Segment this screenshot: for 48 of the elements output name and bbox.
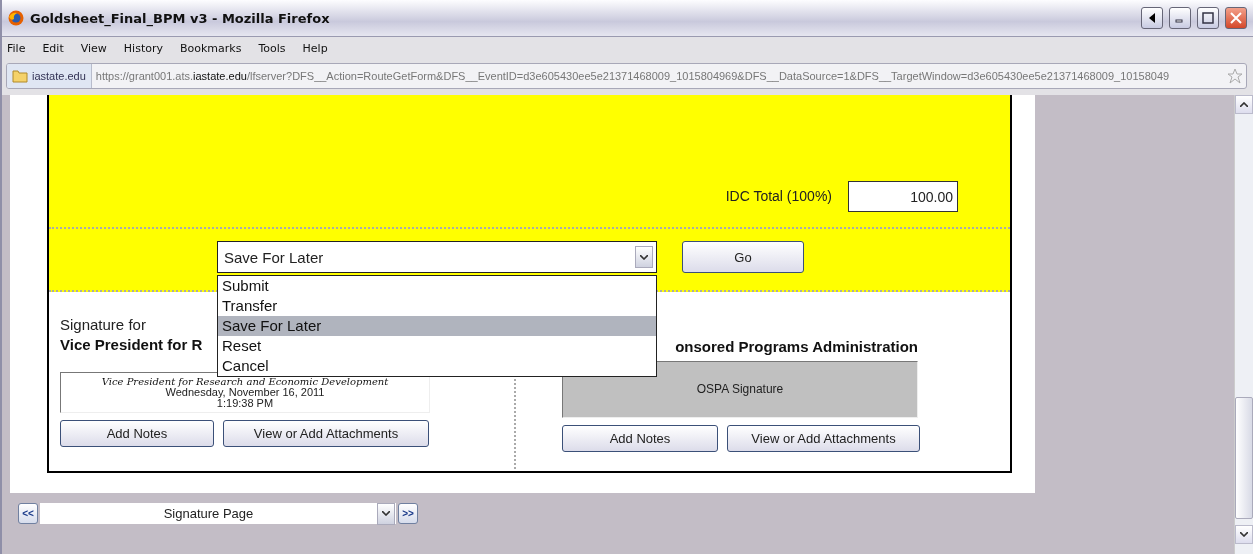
previous-page-button[interactable]: << (18, 503, 38, 524)
maximize-button[interactable] (1197, 7, 1219, 29)
back-button[interactable] (1141, 7, 1163, 29)
attachments-button[interactable]: View or Add Attachments (223, 420, 429, 447)
folder-icon (12, 69, 28, 83)
firefox-logo-icon (8, 10, 24, 26)
page-select[interactable]: Signature Page (40, 503, 396, 524)
address-bar[interactable]: iastate.edu https://grant001.ats.iastate.edu/lfserver?DFS__Action=RouteGetForm&DFS__EventID=d3e605430ee5e21371468009_1015804969&DFS__DataSource=1&DFS__TargetWindow=d3e605430ee5e21371468009_10158049 (6, 63, 1247, 89)
attachments-button[interactable]: View or Add Attachments (727, 425, 920, 452)
menu-item[interactable]: Edit (42, 41, 64, 55)
next-page-button[interactable]: >> (398, 503, 418, 524)
window-title: Goldsheet_Final_BPM v3 - Mozilla Firefox (30, 10, 331, 26)
menu-item[interactable]: History (123, 41, 163, 55)
go-button[interactable]: Go (682, 241, 804, 273)
close-button[interactable] (1225, 7, 1247, 29)
signer-title: Vice President for R (60, 336, 203, 353)
signer-title: onsored Programs Administration (674, 338, 918, 355)
add-notes-button[interactable]: Add Notes (562, 425, 718, 452)
menu-item[interactable]: Bookmarks (180, 41, 242, 55)
signature-heading: Signature for (60, 316, 146, 333)
idc-total-field[interactable]: 100.00 (848, 181, 958, 212)
add-notes-button[interactable]: Add Notes (60, 420, 214, 447)
triangle-left-icon (1148, 13, 1156, 23)
scroll-down-icon (640, 254, 648, 260)
scrollbar[interactable] (1234, 95, 1253, 554)
signature-placeholder: OSPA Signature (696, 384, 784, 395)
action-select[interactable]: Save For Later (217, 241, 657, 273)
menu-item[interactable]: File (7, 41, 26, 55)
site-identity-button[interactable]: iastate.edu (7, 64, 92, 88)
url-text: https://grant001.ats.iastate.edu/lfserver?DFS__Action=RouteGetForm&DFS__EventID=d3e605430ee5e21371468009_1015804969&DFS__DataSource=1&DFS__TargetWindow=d3e605430ee5e21371468009_10158049 (94, 70, 1171, 82)
star-icon[interactable] (1227, 68, 1243, 84)
menu-item[interactable]: Tools (258, 41, 286, 55)
maximize-icon (1202, 12, 1214, 24)
signature-text: Vice President for Research and Economic Development (101, 376, 389, 387)
scroll-down-icon (382, 511, 390, 516)
idc-total-label: IDC Total (100%) (725, 188, 832, 204)
signature-date: Wednesday, November 16, 2011 (165, 387, 325, 398)
scroll-down-icon (1240, 532, 1248, 537)
minimize-button[interactable] (1169, 7, 1191, 29)
dropdown-option[interactable]: Save For Later (218, 316, 656, 336)
scroll-thumb[interactable] (1235, 397, 1253, 519)
menu-item[interactable]: View (80, 41, 107, 55)
signature-time: 1:19:38 PM (216, 398, 274, 409)
menu-item[interactable]: Help (302, 41, 328, 55)
close-icon (1230, 12, 1242, 24)
signature-field[interactable]: OSPA Signature (562, 361, 918, 418)
scroll-up-icon (1240, 102, 1248, 107)
signature-field[interactable]: Vice President for Research and Economic Development Wednesday, November 16, 2011 1:19:38 PM (60, 372, 430, 413)
